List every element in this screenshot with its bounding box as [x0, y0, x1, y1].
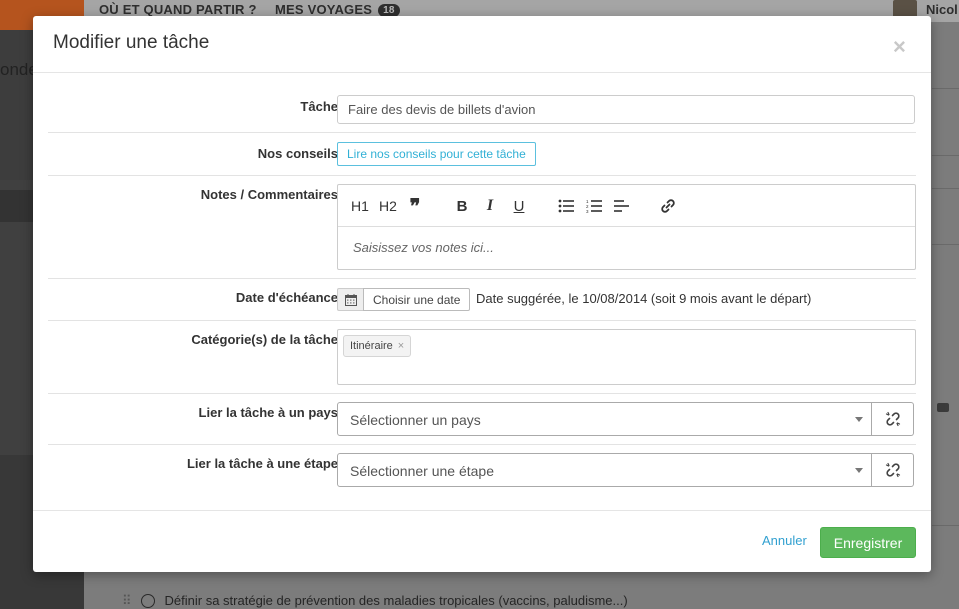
- unlink-icon: [885, 462, 900, 478]
- nav-my-trips-label: MES VOYAGES: [275, 2, 373, 17]
- align-left-icon[interactable]: [614, 197, 630, 215]
- country-select-value: Sélectionner un pays: [350, 412, 481, 428]
- notes-editor: H1 H2 ❞ B I U 123 Saisissez vos notes ic…: [337, 184, 916, 270]
- background-divider: [932, 244, 959, 245]
- unlink-country-button[interactable]: [872, 402, 914, 436]
- task-label: Tâche: [300, 99, 338, 114]
- category-tag-label: Itinéraire: [350, 340, 393, 352]
- svg-text:3: 3: [586, 209, 589, 213]
- nav-my-trips[interactable]: MES VOYAGES 18: [275, 2, 400, 17]
- choose-date-button[interactable]: Choisir une date: [363, 288, 471, 311]
- task-checkbox: [140, 594, 155, 608]
- modal-footer: Annuler Enregistrer: [33, 510, 931, 572]
- categories-row: Catégorie(s) de la tâche Itinéraire ×: [48, 321, 916, 394]
- stage-label: Lier la tâche à une étape: [186, 456, 338, 471]
- edit-task-modal: Modifier une tâche × Tâche Nos conseils …: [33, 16, 931, 572]
- link-icon[interactable]: [660, 197, 676, 215]
- background-divider: [932, 88, 959, 89]
- comment-icon: [937, 403, 949, 412]
- advice-row: Nos conseils Lire nos conseils pour cett…: [48, 133, 916, 176]
- category-tag: Itinéraire ×: [343, 335, 412, 357]
- italic-icon[interactable]: I: [484, 197, 496, 215]
- remove-tag-icon[interactable]: ×: [398, 340, 404, 352]
- country-select[interactable]: Sélectionner un pays: [337, 402, 872, 436]
- notes-placeholder[interactable]: Saisissez vos notes ici...: [353, 240, 494, 255]
- underline-icon[interactable]: U: [512, 197, 526, 215]
- notes-label: Notes / Commentaires: [200, 187, 338, 202]
- heading1-icon[interactable]: H1: [350, 197, 370, 215]
- notes-row: Notes / Commentaires H1 H2 ❞ B I U 123 S…: [48, 176, 916, 279]
- editor-toolbar: H1 H2 ❞ B I U 123: [338, 185, 915, 227]
- country-row: Lier la tâche à un pays Sélectionner un …: [48, 394, 916, 445]
- save-button[interactable]: Enregistrer: [820, 527, 916, 558]
- background-divider: [932, 525, 959, 526]
- task-name-input[interactable]: [337, 95, 915, 124]
- quote-icon[interactable]: ❞: [407, 196, 423, 218]
- chevron-down-icon: [855, 417, 863, 422]
- drag-handle-icon: ⠿: [122, 593, 131, 608]
- advice-label: Nos conseils: [257, 146, 338, 161]
- due-date-row: Date d'échéance Choisir une date Date su…: [48, 279, 916, 321]
- task-title: Définir sa stratégie de prévention des m…: [164, 593, 628, 608]
- user-name[interactable]: Nicol: [926, 2, 958, 17]
- unlink-icon: [885, 411, 900, 427]
- cancel-link[interactable]: Annuler: [762, 533, 807, 548]
- task-row: Tâche: [48, 85, 916, 133]
- background-task-row: ⠿ Définir sa stratégie de prévention des …: [122, 593, 628, 609]
- stage-row: Lier la tâche à une étape Sélectionner u…: [48, 445, 916, 495]
- nav-where-when[interactable]: OÙ ET QUAND PARTIR ?: [99, 2, 257, 17]
- bold-icon[interactable]: B: [455, 197, 469, 215]
- calendar-icon[interactable]: [337, 288, 363, 311]
- modal-title: Modifier une tâche: [53, 32, 210, 53]
- read-advice-button[interactable]: Lire nos conseils pour cette tâche: [337, 142, 536, 166]
- categories-label: Catégorie(s) de la tâche: [191, 332, 338, 347]
- categories-input[interactable]: Itinéraire ×: [337, 329, 916, 385]
- heading2-icon[interactable]: H2: [378, 197, 398, 215]
- bullet-list-icon[interactable]: [558, 197, 574, 215]
- suggested-date-hint: Date suggérée, le 10/08/2014 (soit 9 moi…: [476, 291, 812, 306]
- stage-select[interactable]: Sélectionner une étape: [337, 453, 872, 487]
- country-label: Lier la tâche à un pays: [198, 405, 338, 420]
- unlink-stage-button[interactable]: [872, 453, 914, 487]
- background-divider: [932, 155, 959, 156]
- stage-select-value: Sélectionner une étape: [350, 463, 494, 479]
- numbered-list-icon[interactable]: 123: [586, 197, 602, 215]
- chevron-down-icon: [855, 468, 863, 473]
- modal-header: Modifier une tâche ×: [33, 16, 931, 73]
- close-icon[interactable]: ×: [893, 36, 906, 58]
- background-divider: [932, 188, 959, 189]
- due-date-label: Date d'échéance: [235, 290, 338, 305]
